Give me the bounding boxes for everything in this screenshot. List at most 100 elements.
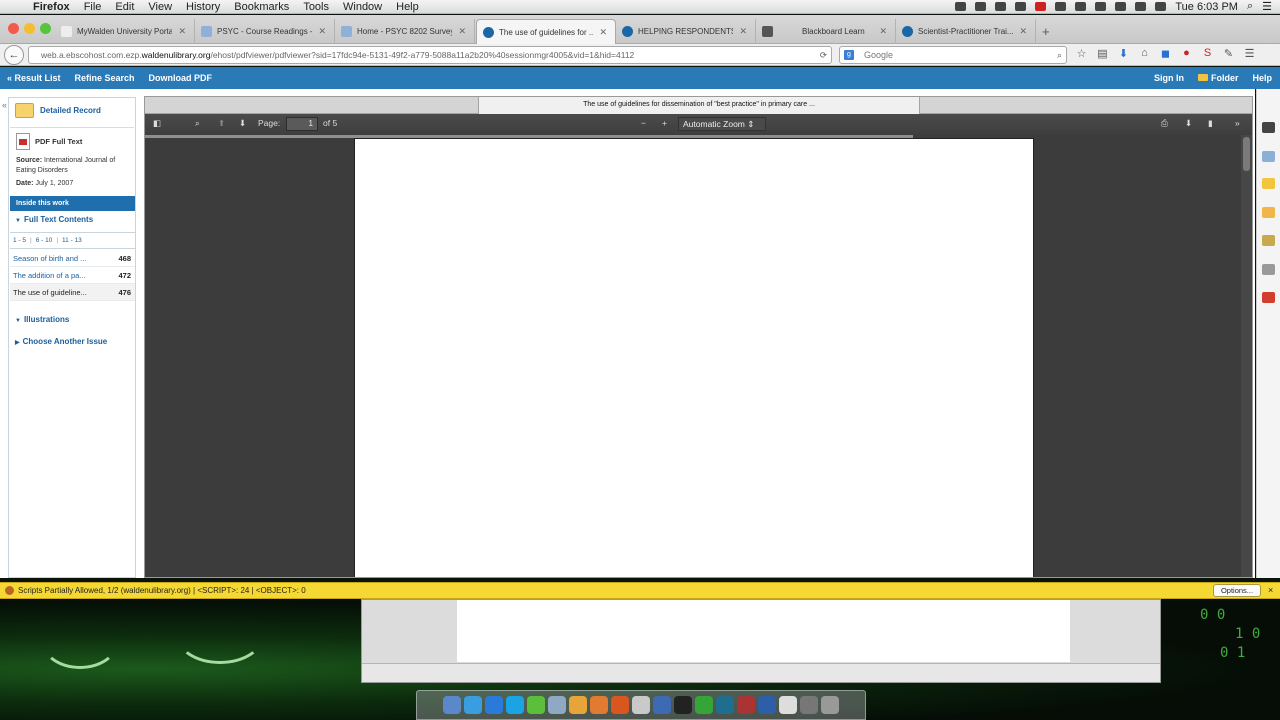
flag-icon[interactable] [1155, 2, 1167, 11]
tools-icon[interactable]: ✎ [1221, 47, 1236, 60]
volume-icon[interactable] [1135, 2, 1147, 11]
time-machine-icon[interactable] [1075, 2, 1087, 11]
menu-help[interactable]: Help [389, 1, 426, 13]
zoom-out-icon[interactable]: − [641, 118, 646, 128]
window-minimize-button[interactable] [24, 23, 35, 34]
chrome-icon[interactable] [632, 696, 650, 714]
email-icon[interactable] [1262, 151, 1275, 162]
s-app-icon[interactable] [716, 696, 734, 714]
tab-psyc-8202[interactable]: Home - PSYC 8202 Survey... ✕ [335, 19, 475, 44]
tab-blackboard[interactable]: Blackboard Learn ✕ [756, 19, 896, 44]
tab-mywalden[interactable]: MyWalden University Portal ✕ [55, 19, 195, 44]
reload-icon[interactable]: ⟳ [820, 47, 827, 63]
camera-icon[interactable] [955, 2, 967, 11]
search-input[interactable]: g Google ⌕ [839, 46, 1067, 64]
article-item-current[interactable]: The use of guideline... 476 [10, 284, 135, 301]
full-text-contents-toggle[interactable]: ▼ Full Text Contents [15, 215, 93, 224]
zoom-select[interactable]: Automatic Zoom ⇕ [678, 117, 766, 131]
firefox-icon[interactable] [611, 696, 629, 714]
scroll-thumb[interactable] [1243, 137, 1250, 171]
choose-another-issue-toggle[interactable]: ▶ Choose Another Issue [15, 337, 107, 346]
download-pdf-link[interactable]: Download PDF [142, 73, 220, 83]
record-icon[interactable] [1035, 2, 1047, 11]
find-icon[interactable]: ⌕ [195, 118, 200, 129]
battery-icon[interactable] [1055, 2, 1067, 11]
tab-close-icon[interactable]: ✕ [178, 26, 186, 37]
options-button[interactable]: Options... [1213, 584, 1261, 597]
download-pdf-icon[interactable]: ⬇ [1185, 118, 1192, 129]
tab-close-icon[interactable]: ✕ [879, 26, 887, 37]
app-icon[interactable] [569, 696, 587, 714]
search-icon[interactable]: ⌕ [1057, 47, 1062, 63]
bookmark-icon[interactable]: ▮ [1208, 118, 1213, 129]
adblock-icon[interactable]: ● [1179, 47, 1194, 60]
camtasia-icon[interactable] [695, 696, 713, 714]
document-title-tab[interactable]: The use of guidelines for dissemination … [478, 97, 920, 114]
previous-page-icon[interactable]: ⬆ [218, 118, 225, 129]
photo-icon[interactable] [590, 696, 608, 714]
range-1-5[interactable]: 1 - 5 [13, 237, 26, 244]
window-close-button[interactable] [8, 23, 19, 34]
range-11-13[interactable]: 11 - 13 [62, 237, 82, 244]
preview-icon[interactable] [548, 696, 566, 714]
home-icon[interactable]: ⌂ [1137, 47, 1152, 60]
page-number-input[interactable]: 1 [286, 117, 318, 131]
messages-icon[interactable] [464, 696, 482, 714]
menu-bookmarks[interactable]: Bookmarks [227, 1, 296, 13]
finder-icon[interactable] [443, 696, 461, 714]
menu-view[interactable]: View [141, 1, 179, 13]
folder-link[interactable]: Folder [1197, 73, 1238, 83]
documents-icon[interactable] [779, 696, 797, 714]
screen-icon[interactable] [975, 2, 987, 11]
google-icon[interactable]: g [844, 50, 854, 60]
spotlight-search-icon[interactable]: ⌕ [1247, 0, 1253, 13]
reading-list-icon[interactable]: ▤ [1095, 47, 1110, 60]
sign-in-link[interactable]: Sign In [1154, 73, 1184, 83]
background-window[interactable] [361, 599, 1161, 683]
menu-history[interactable]: History [179, 1, 227, 13]
article-item[interactable]: The addition of a pa... 472 [10, 267, 135, 284]
tab-close-icon[interactable]: ✕ [318, 26, 326, 37]
menu-tools[interactable]: Tools [296, 1, 336, 13]
safari-icon[interactable] [485, 696, 503, 714]
link-icon[interactable] [1262, 264, 1275, 275]
tab-close-icon[interactable]: ✕ [599, 27, 607, 38]
pdf-scrollbar[interactable] [1241, 135, 1252, 577]
url-input[interactable]: web.a.ebscohost.com.ezp.waldenulibrary.o… [28, 46, 832, 64]
close-icon[interactable]: × [1268, 583, 1273, 598]
clock[interactable]: Tue 6:03 PM [1175, 1, 1238, 13]
zoom-in-icon[interactable]: + [662, 118, 667, 128]
add-icon[interactable] [1262, 292, 1275, 303]
terminal-icon[interactable] [674, 696, 692, 714]
noscript-icon[interactable]: S [1200, 47, 1215, 60]
tab-helping-respondents[interactable]: HELPING RESPONDENTS G...✕ [616, 19, 756, 44]
menu-file[interactable]: File [77, 1, 109, 13]
sync-icon[interactable] [995, 2, 1007, 11]
tab-close-icon[interactable]: ✕ [1019, 26, 1027, 37]
printer-icon[interactable] [1262, 122, 1275, 133]
books-icon[interactable] [737, 696, 755, 714]
menu-window[interactable]: Window [336, 1, 389, 13]
export-icon[interactable] [1262, 235, 1275, 246]
back-button[interactable]: ← [4, 45, 24, 65]
sidebar-toggle-icon[interactable]: ◧ [153, 118, 161, 129]
tools-chevron-icon[interactable]: » [1235, 118, 1240, 128]
tab-close-icon[interactable]: ✕ [739, 26, 747, 37]
pdf-full-text-link[interactable]: PDF Full Text [16, 133, 128, 150]
tab-scientist-practitioner[interactable]: Scientist-Practitioner Trai... ✕ [896, 19, 1036, 44]
wifi-icon[interactable] [1115, 2, 1127, 11]
evernote-icon[interactable] [527, 696, 545, 714]
wrench-icon[interactable] [1015, 2, 1027, 11]
window-zoom-button[interactable] [40, 23, 51, 34]
tab-close-icon[interactable]: ✕ [458, 26, 466, 37]
detailed-record-link[interactable]: Detailed Record [15, 103, 101, 118]
skype-icon[interactable] [506, 696, 524, 714]
article-item[interactable]: Season of birth and ... 468 [10, 250, 135, 267]
new-tab-button[interactable]: + [1042, 24, 1050, 39]
notification-list-icon[interactable]: ☰ [1262, 0, 1272, 13]
trash-icon[interactable] [821, 696, 839, 714]
next-page-icon[interactable]: ⬇ [239, 118, 246, 129]
menu-app-firefox[interactable]: Firefox [26, 1, 77, 13]
folder-icon[interactable] [1262, 178, 1275, 189]
menu-icon[interactable]: ☰ [1242, 47, 1257, 60]
